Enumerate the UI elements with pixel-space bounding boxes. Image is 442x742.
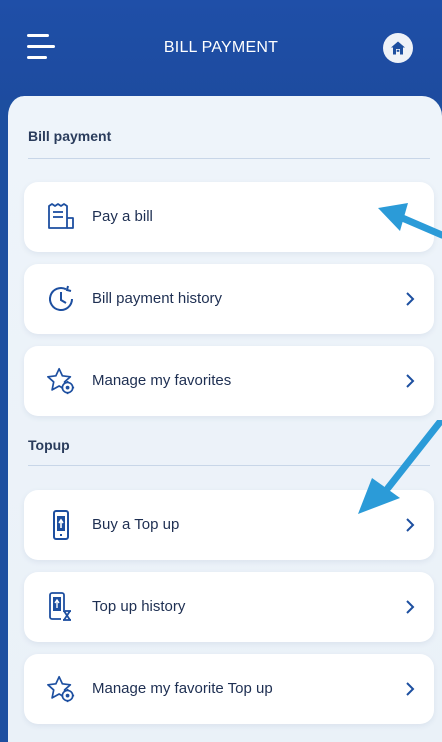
phone-hourglass-icon (46, 591, 76, 623)
phone-topup-icon (46, 509, 76, 541)
page-title: BILL PAYMENT (163, 39, 279, 56)
top-up-history-item[interactable]: Top up history (24, 572, 434, 642)
bill-payment-history-label: Bill payment history (92, 290, 223, 307)
app-header: BILL PAYMENT (0, 0, 442, 100)
section-divider (28, 158, 430, 159)
chevron-right-icon (406, 374, 415, 388)
manage-favorites-label: Manage my favorites (92, 372, 232, 389)
chevron-right-icon (406, 682, 415, 696)
history-clock-icon (46, 283, 76, 315)
section-divider (28, 465, 430, 466)
home-button[interactable] (383, 33, 413, 63)
chevron-right-icon (406, 600, 415, 614)
manage-favorites-item[interactable]: Manage my favorites (24, 346, 434, 416)
manage-favorite-top-up-item[interactable]: Manage my favorite Top up (24, 654, 434, 724)
pay-a-bill-label: Pay a bill (92, 208, 153, 225)
chevron-right-icon (406, 292, 415, 306)
buy-top-up-item[interactable]: Buy a Top up (24, 490, 434, 560)
chevron-right-icon (406, 518, 415, 532)
star-gear-icon (46, 673, 76, 705)
star-gear-icon (46, 365, 76, 397)
section-title-bill-payment: Bill payment (28, 128, 112, 144)
top-up-history-label: Top up history (92, 598, 186, 615)
pay-a-bill-item[interactable]: Pay a bill (24, 182, 434, 252)
manage-favorite-top-up-label: Manage my favorite Top up (92, 680, 273, 697)
receipt-icon (46, 201, 76, 233)
buy-top-up-label: Buy a Top up (92, 516, 180, 533)
section-title-topup: Topup (28, 437, 70, 453)
home-icon (391, 41, 405, 55)
bill-payment-history-item[interactable]: Bill payment history (24, 264, 434, 334)
